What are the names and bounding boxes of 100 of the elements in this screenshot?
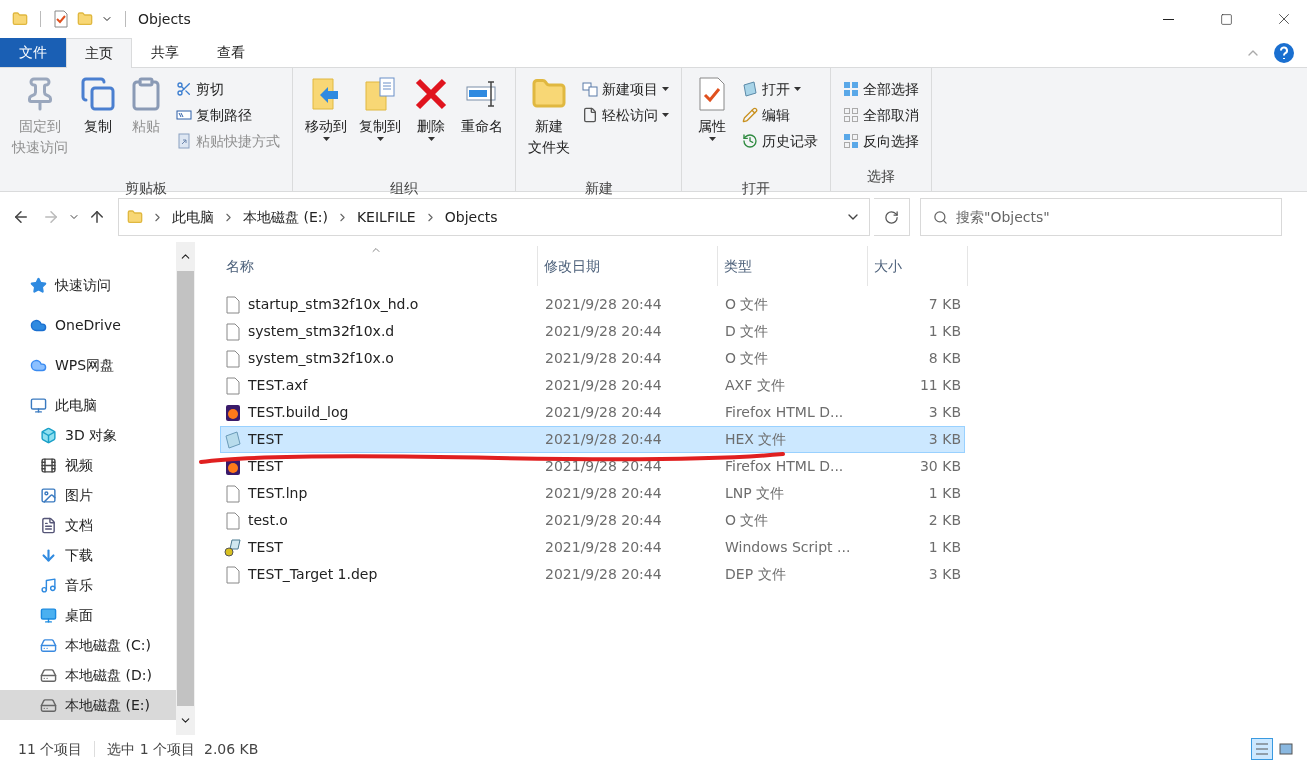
item-count: 11 个项目	[18, 739, 83, 759]
delete-icon	[413, 76, 449, 112]
address-field[interactable]: 此电脑 本地磁盘 (E:) KEILFILE Objects	[118, 198, 870, 236]
size-cell-text: 30 KB	[918, 457, 961, 476]
file-row[interactable]: system_stm32f10x.o 2021/9/28 20:44 O 文件 8 KB	[220, 345, 965, 372]
size-cell-text: 11 KB	[918, 376, 961, 395]
column-header[interactable]: 修改日期	[538, 246, 718, 286]
folder-icon	[12, 11, 28, 27]
file-row[interactable]: TEST_Target 1.dep 2021/9/28 20:44 DEP 文件 3 KB	[220, 561, 965, 588]
ribbon-button[interactable]: 移动到	[301, 72, 351, 178]
ribbon-button[interactable]: 反向选择	[843, 128, 919, 154]
nav-item[interactable]: 本地磁盘 (C:)	[0, 630, 176, 660]
type-cell-text: LNP 文件	[724, 484, 786, 503]
star-icon	[30, 276, 47, 294]
new-folder-icon[interactable]	[77, 11, 93, 27]
nav-item[interactable]: 此电脑	[0, 390, 176, 420]
search-field[interactable]: 搜索"Objects"	[956, 206, 1269, 228]
forward-icon[interactable]	[42, 208, 60, 226]
nav-item[interactable]: WPS网盘	[0, 350, 176, 380]
ribbon-button[interactable]: 全部取消	[843, 102, 919, 128]
date-cell-text: 2021/9/28 20:44	[544, 403, 663, 422]
desktop-icon	[40, 606, 57, 624]
file-row[interactable]: test.o 2021/9/28 20:44 O 文件 2 KB	[220, 507, 965, 534]
scissors-icon	[176, 81, 192, 97]
column-header[interactable]: 名称	[220, 246, 538, 286]
file-icon	[224, 295, 242, 314]
date-cell-text: 2021/9/28 20:44	[544, 322, 663, 341]
ribbon-button[interactable]: 编辑	[742, 102, 818, 128]
file-row[interactable]: system_stm32f10x.d 2021/9/28 20:44 D 文件 1 KB	[220, 318, 965, 345]
ribbon-button[interactable]: 复制	[76, 72, 120, 178]
ribbon-tab[interactable]: 查看	[198, 38, 264, 67]
ribbon-button[interactable]: 复制路径	[176, 102, 280, 128]
file-row[interactable]: TEST 2021/9/28 20:44 Firefox HTML D... 30 KB	[220, 453, 965, 480]
scrollbar[interactable]	[176, 242, 195, 735]
properties-icon[interactable]	[53, 10, 69, 28]
file-row[interactable]: startup_stm32f10x_hd.o 2021/9/28 20:44 O 文件 7 KB	[220, 291, 965, 318]
nav-item[interactable]: 音乐	[0, 570, 176, 600]
ribbon-button[interactable]: 重命名	[457, 72, 507, 178]
computer-icon	[30, 396, 47, 414]
group-label: 组织	[389, 179, 419, 198]
breadcrumb[interactable]: 本地磁盘 (E:)	[243, 206, 328, 228]
refresh-icon	[884, 209, 899, 225]
ribbon-button[interactable]: 历史记录	[742, 128, 818, 154]
nav-item[interactable]: 本地磁盘 (D:)	[0, 660, 176, 690]
ribbon-button[interactable]: 打开	[742, 76, 818, 102]
ribbon-button[interactable]: 删除	[409, 72, 453, 178]
file-row[interactable]: TEST 2021/9/28 20:44 Windows Script ... 1 KB	[220, 534, 965, 561]
path-icon	[176, 107, 192, 123]
ribbon-button[interactable]: 复制到	[355, 72, 405, 178]
nav-item[interactable]: 3D 对象	[0, 420, 176, 450]
column-header[interactable]: 大小	[868, 246, 968, 286]
size-cell-text: 7 KB	[927, 295, 961, 314]
nav-item[interactable]: 下载	[0, 540, 176, 570]
file-row[interactable]: TEST.build_log 2021/9/28 20:44 Firefox HTML D... 3 KB	[220, 399, 965, 426]
nav-item[interactable]: 快速访问	[0, 270, 176, 300]
ribbon-button[interactable]: 新建 文件夹	[524, 72, 574, 178]
nav-item[interactable]: OneDrive	[0, 310, 176, 340]
grid-icon	[843, 81, 859, 97]
file-icon	[224, 484, 242, 503]
breadcrumb[interactable]: Objects	[444, 206, 498, 228]
back-icon[interactable]	[12, 208, 30, 226]
breadcrumb[interactable]: KEILFILE	[356, 206, 416, 228]
up-icon[interactable]	[88, 208, 106, 226]
ribbon-button[interactable]: 轻松访问	[582, 102, 669, 128]
ribbon-button[interactable]: 属性	[690, 72, 734, 178]
file-name: TEST	[248, 538, 283, 557]
file-row[interactable]: TEST.axf 2021/9/28 20:44 AXF 文件 11 KB	[220, 372, 965, 399]
file-name: TEST	[248, 430, 283, 449]
date-cell-text: 2021/9/28 20:44	[544, 295, 663, 314]
breadcrumb[interactable]: 此电脑	[172, 206, 214, 228]
file-name: TEST_Target 1.dep	[248, 565, 378, 584]
ribbon-button[interactable]: 全部选择	[843, 76, 919, 102]
file-name: test.o	[248, 511, 288, 530]
nav-item[interactable]: 桌面	[0, 600, 176, 630]
search-box[interactable]: 搜索"Objects"	[920, 198, 1282, 236]
ribbon-button[interactable]: 新建项目	[582, 76, 669, 102]
refresh-button[interactable]	[874, 198, 910, 236]
size-cell-text: 1 KB	[927, 484, 961, 503]
image-icon	[40, 486, 57, 504]
nav-item[interactable]: 本地磁盘 (E:)	[0, 690, 176, 720]
type-cell-text: O 文件	[724, 295, 770, 314]
nav-item[interactable]: 视频	[0, 450, 176, 480]
ribbon-tab[interactable]: 共享	[132, 38, 198, 67]
file-row[interactable]: TEST 2021/9/28 20:44 HEX 文件 3 KB	[220, 426, 965, 453]
caret-icon	[322, 137, 330, 141]
nav-item[interactable]: 图片	[0, 480, 176, 510]
grid-icon	[843, 133, 859, 149]
ribbon-tab[interactable]: 主页	[66, 38, 132, 68]
help-icon[interactable]	[1273, 41, 1295, 64]
document-icon	[582, 107, 598, 123]
nav-item[interactable]: 文档	[0, 510, 176, 540]
file-row[interactable]: TEST.lnp 2021/9/28 20:44 LNP 文件 1 KB	[220, 480, 965, 507]
column-header[interactable]: 类型	[718, 246, 868, 286]
ribbon-button[interactable]: 剪切	[176, 76, 280, 102]
file-name: system_stm32f10x.d	[248, 322, 395, 341]
ribbon-tab[interactable]: 文件	[0, 38, 66, 67]
scroll-thumb[interactable]	[177, 271, 194, 706]
details-view-button[interactable]	[1251, 738, 1273, 760]
caret-icon	[708, 137, 716, 141]
type-cell-text: Firefox HTML D...	[724, 457, 845, 476]
